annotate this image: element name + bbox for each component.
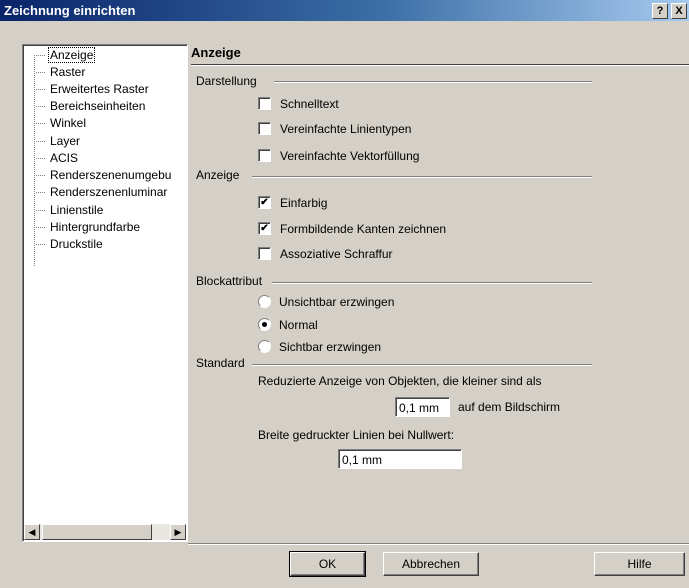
tree-item-layer[interactable]: Layer: [36, 133, 82, 149]
reduce-size-input[interactable]: 0,1 mm: [395, 397, 450, 417]
radio-normal[interactable]: Normal: [258, 317, 318, 333]
ok-button[interactable]: OK: [289, 551, 366, 577]
tree-item-renderszenenumgebung[interactable]: Renderszenenumgebu: [36, 167, 173, 183]
panel-title: Anzeige: [191, 45, 241, 60]
help-title-button[interactable]: ?: [652, 3, 668, 19]
tree-item-bereichseinheiten[interactable]: Bereichseinheiten: [36, 98, 147, 114]
group-darstellung-line: [274, 81, 592, 83]
group-blockattribut-line: [272, 282, 592, 284]
reduce-size-suffix: auf dem Bildschirm: [458, 400, 561, 414]
checkmark-icon[interactable]: ✔: [258, 222, 271, 236]
tree-item-renderszenenluminanz[interactable]: Renderszenenluminar: [36, 184, 169, 200]
checkbox-box[interactable]: [258, 247, 271, 261]
checkbox-vereinfachte-vektorfuellung[interactable]: Vereinfachte Vektorfüllung: [258, 148, 419, 164]
close-title-button[interactable]: X: [671, 3, 687, 19]
category-tree[interactable]: Anzeige Raster Erweitertes Raster Bereic…: [22, 44, 188, 542]
window-title: Zeichnung einrichten: [4, 3, 136, 18]
tree-connector-line: [34, 55, 35, 266]
scroll-thumb[interactable]: [42, 524, 152, 540]
radio-circle[interactable]: [258, 340, 271, 354]
group-standard-label: Standard: [196, 356, 245, 370]
checkbox-box[interactable]: [258, 122, 271, 136]
tree-item-raster[interactable]: Raster: [36, 64, 87, 80]
title-bar: Zeichnung einrichten ? X: [0, 0, 689, 21]
tree-item-hintergrundfarbe[interactable]: Hintergrundfarbe: [36, 219, 142, 235]
footer-divider: [188, 543, 689, 545]
group-standard-line: [252, 364, 592, 366]
checkmark-icon[interactable]: ✔: [258, 196, 271, 210]
scroll-right-icon[interactable]: ▶: [170, 524, 186, 540]
help-button[interactable]: Hilfe: [594, 552, 685, 576]
group-blockattribut-label: Blockattribut: [196, 274, 263, 288]
group-anzeige-line: [252, 176, 592, 178]
group-anzeige-label: Anzeige: [196, 168, 240, 182]
checkbox-assoziative-schraffur[interactable]: Assoziative Schraffur: [258, 246, 393, 262]
checkbox-einfarbig[interactable]: ✔ Einfarbig: [258, 195, 327, 211]
checkbox-box[interactable]: [258, 149, 271, 163]
line-width-input[interactable]: 0,1 mm: [338, 449, 462, 469]
tree-item-acis[interactable]: ACIS: [36, 150, 80, 166]
checkbox-box[interactable]: [258, 97, 271, 111]
tree-item-erweitertes-raster[interactable]: Erweitertes Raster: [36, 81, 151, 97]
tree-item-linienstile[interactable]: Linienstile: [36, 202, 105, 218]
radio-circle-selected[interactable]: [258, 318, 271, 332]
radio-circle[interactable]: [258, 295, 271, 309]
checkbox-schnelltext[interactable]: Schnelltext: [258, 96, 339, 112]
line-width-text: Breite gedruckter Linien bei Nullwert:: [258, 428, 455, 442]
radio-sichtbar-erzwingen[interactable]: Sichtbar erzwingen: [258, 339, 381, 355]
group-darstellung-label: Darstellung: [196, 74, 257, 88]
reduce-display-text: Reduzierte Anzeige von Objekten, die kle…: [258, 374, 542, 388]
checkbox-formbildende-kanten[interactable]: ✔ Formbildende Kanten zeichnen: [258, 221, 446, 237]
tree-item-anzeige[interactable]: Anzeige: [36, 47, 96, 63]
radio-unsichtbar-erzwingen[interactable]: Unsichtbar erzwingen: [258, 294, 394, 310]
scroll-left-icon[interactable]: ◀: [24, 524, 40, 540]
cancel-button[interactable]: Abbrechen: [383, 552, 479, 576]
panel-title-divider: [191, 64, 689, 66]
tree-item-druckstile[interactable]: Druckstile: [36, 236, 105, 252]
tree-item-winkel[interactable]: Winkel: [36, 115, 88, 131]
tree-horizontal-scrollbar[interactable]: ◀ ▶: [24, 524, 186, 540]
checkbox-vereinfachte-linientypen[interactable]: Vereinfachte Linientypen: [258, 121, 411, 137]
